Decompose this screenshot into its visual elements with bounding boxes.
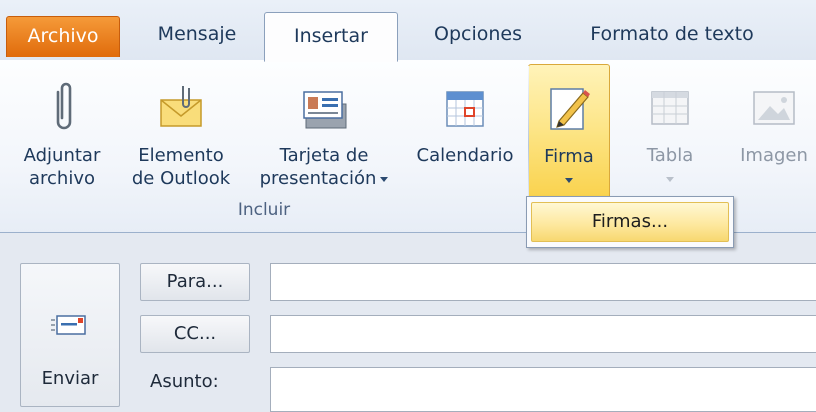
signature-label: Firma [544, 146, 594, 167]
outlook-item-label-line2: de Outlook [131, 168, 231, 189]
send-label: Enviar [41, 368, 99, 389]
calendar-button[interactable]: Calendario [406, 64, 524, 194]
tab-mensaje[interactable]: Mensaje [142, 14, 252, 54]
group-label-incluir: Incluir [237, 200, 291, 220]
message-header-form: Enviar Para... CC... Asunto: [0, 233, 816, 412]
subject-label: Asunto: [150, 371, 219, 392]
image-label: Imagen [740, 145, 808, 166]
tab-insertar[interactable]: Insertar [264, 12, 398, 62]
cc-button[interactable]: CC... [140, 315, 250, 353]
tab-formato-de-texto[interactable]: Formato de texto [572, 14, 772, 54]
calendar-icon [446, 91, 484, 127]
attach-file-button[interactable]: Adjuntar archivo [6, 64, 118, 194]
outlook-item-label-line1: Elemento [138, 145, 224, 166]
table-label: Tabla [646, 145, 694, 166]
picture-icon [753, 91, 795, 125]
table-button: Tabla [620, 64, 720, 194]
tab-archivo[interactable]: Archivo [6, 16, 120, 57]
outlook-item-button[interactable]: Elemento de Outlook [118, 64, 244, 194]
calendar-label: Calendario [416, 145, 514, 166]
business-card-label-line1: Tarjeta de [279, 145, 369, 166]
signature-button[interactable]: Firma [528, 64, 610, 200]
signatures-menu-item[interactable]: Firmas... [531, 202, 729, 242]
business-card-label-line2: presentación [259, 168, 377, 189]
tab-opciones[interactable]: Opciones [416, 14, 540, 54]
signature-pencil-icon [550, 88, 590, 130]
business-card-icon [303, 91, 347, 129]
business-card-button[interactable]: Tarjeta de presentación [248, 64, 400, 194]
attach-file-label-line2: archivo [28, 168, 95, 189]
send-envelope-icon [51, 315, 86, 335]
chevron-down-icon [666, 176, 674, 182]
to-button[interactable]: Para... [140, 263, 250, 301]
image-button: Imagen [724, 64, 816, 194]
cc-field[interactable] [270, 315, 816, 353]
signature-dropdown-menu: Firmas... [526, 196, 734, 248]
chevron-down-icon [380, 176, 389, 182]
table-icon [651, 91, 689, 125]
ribbon-tab-bar: Archivo Mensaje Insertar Opciones Format… [0, 0, 816, 62]
subject-field[interactable] [270, 367, 816, 412]
send-button[interactable]: Enviar [20, 263, 120, 407]
paperclip-icon [56, 82, 72, 130]
attach-file-label-line1: Adjuntar [23, 145, 101, 166]
envelope-attach-icon [160, 86, 202, 127]
chevron-down-icon [565, 177, 573, 183]
to-field[interactable] [270, 263, 816, 301]
